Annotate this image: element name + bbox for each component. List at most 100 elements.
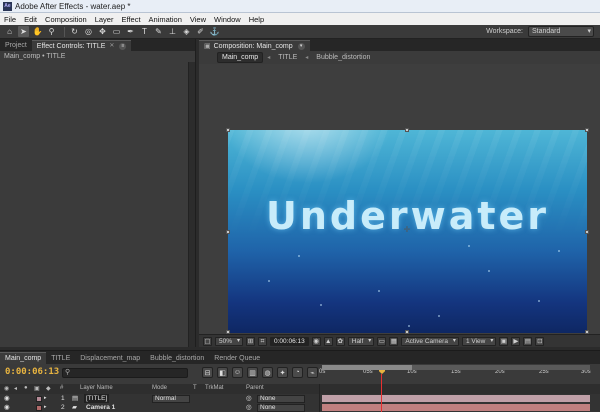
parent-pick-whip-icon[interactable]: ◎ — [246, 394, 252, 403]
composition-viewer[interactable]: Underwater ✛ — [199, 64, 600, 334]
layer-handle-tl[interactable] — [226, 128, 230, 132]
tab-title[interactable]: TITLE — [46, 352, 75, 364]
eye-icon[interactable]: ◉ — [4, 403, 10, 412]
parent-pick-whip-icon[interactable]: ◎ — [246, 403, 252, 412]
blend-mode-select[interactable]: Normal — [152, 394, 190, 403]
shy-layers-icon[interactable]: ☺ — [232, 367, 243, 378]
rotate-icon[interactable]: ↻ — [69, 26, 80, 37]
frame-blending-icon[interactable]: ▥ — [247, 367, 258, 378]
motion-blur-icon[interactable]: ◍ — [262, 367, 273, 378]
menu-layer[interactable]: Layer — [95, 15, 114, 24]
timeline-current-time[interactable]: 0:00:06:13 — [5, 367, 59, 377]
home-icon[interactable]: ⌂ — [4, 26, 15, 37]
channel-icon[interactable]: ✿ — [335, 336, 345, 346]
column-layer-name[interactable]: Layer Name — [80, 385, 113, 391]
layer-handle-mr[interactable] — [585, 230, 589, 234]
comp-mini-flowchart-icon[interactable]: ⊟ — [202, 367, 213, 378]
bubble — [298, 255, 300, 257]
tab-effect-controls[interactable]: Effect Controls: TITLE ✕ ≡ — [31, 40, 132, 52]
flowchart-icon[interactable]: ⊡ — [535, 336, 545, 346]
menu-effect[interactable]: Effect — [121, 15, 140, 24]
breadcrumb-main-comp[interactable]: Main_comp — [217, 52, 264, 63]
selection-icon[interactable]: ➤ — [18, 26, 29, 37]
expand-arrow-icon[interactable]: ▸ — [44, 394, 47, 403]
show-snapshot-icon[interactable]: ▲ — [323, 336, 333, 346]
current-time-indicator[interactable] — [381, 374, 382, 412]
layer-name[interactable]: Camera 1 — [86, 403, 115, 412]
tab-composition[interactable]: ▣ Composition: Main_comp ▾ — [199, 40, 310, 51]
layer-handle-ml[interactable] — [226, 230, 230, 234]
toggle-pixel-aspect-icon[interactable]: ▣ — [499, 336, 509, 346]
brainstorm-icon[interactable]: ✦ — [277, 367, 288, 378]
parent-select[interactable]: None — [257, 403, 305, 412]
auto-keyframe-icon[interactable]: ◔ — [292, 367, 303, 378]
tools-toolbar: ⌂ ➤ ✋ ⚲ ↻ ◎ ✥ ▭ ✒ T ✎ ⊥ ◈ ✐ ⚓ Workspace:… — [0, 25, 600, 39]
menu-edit[interactable]: Edit — [24, 15, 37, 24]
zoom-icon[interactable]: ⚲ — [46, 26, 57, 37]
layer-handle-tr[interactable] — [585, 128, 589, 132]
timeline-search-input[interactable]: ⚲ — [62, 368, 188, 378]
layer-name[interactable]: [TITLE] — [84, 394, 110, 403]
layer-duration-bar[interactable] — [322, 395, 590, 402]
always-preview-icon[interactable]: ▢ — [203, 336, 212, 346]
tab-render-queue[interactable]: Render Queue — [209, 352, 265, 364]
work-area-bar[interactable] — [322, 365, 412, 370]
pen-icon[interactable]: ✒ — [125, 26, 136, 37]
menu-help[interactable]: Help — [249, 15, 264, 24]
parent-select[interactable]: None — [257, 394, 305, 403]
current-time-display[interactable]: 0:00:06:13 — [270, 336, 309, 346]
close-icon[interactable]: ✕ — [109, 41, 114, 52]
view-layout-select[interactable]: 1 View — [461, 336, 497, 346]
transparency-grid-icon[interactable]: ▦ — [389, 336, 399, 346]
zoom-select[interactable]: 50% — [215, 336, 244, 346]
panel-menu-icon[interactable]: ≡ — [119, 42, 127, 50]
title-bar: Ae Adobe After Effects - water.aep * — [0, 0, 600, 13]
comp-dropdown-icon[interactable]: ▾ — [297, 42, 305, 50]
menu-file[interactable]: File — [4, 15, 16, 24]
puppet-pin-icon[interactable]: ⚓ — [209, 26, 220, 37]
lock-icon[interactable]: ▣ — [204, 41, 211, 52]
tab-main-comp[interactable]: Main_comp — [0, 352, 47, 364]
menu-view[interactable]: View — [190, 15, 206, 24]
timeline-icon[interactable]: ▤ — [523, 336, 533, 346]
eye-icon[interactable]: ◉ — [4, 394, 10, 403]
tab-project[interactable]: Project — [0, 40, 32, 51]
breadcrumb-bubble-distortion[interactable]: Bubble_distortion — [312, 53, 374, 62]
breadcrumb-title[interactable]: TITLE — [274, 53, 301, 62]
label-color-swatch[interactable] — [36, 404, 42, 411]
tab-displacement-map[interactable]: Displacement_map — [75, 352, 145, 364]
menu-animation[interactable]: Animation — [149, 15, 182, 24]
menu-window[interactable]: Window — [214, 15, 241, 24]
tab-bubble-distortion[interactable]: Bubble_distortion — [145, 352, 209, 364]
anchor-point-icon[interactable]: ✛ — [403, 226, 411, 234]
camera-select[interactable]: Active Camera — [401, 336, 459, 346]
effect-controls-scrollbar[interactable] — [188, 62, 195, 347]
hand-icon[interactable]: ✋ — [32, 26, 43, 37]
rectangle-icon[interactable]: ▭ — [111, 26, 122, 37]
region-of-interest-icon[interactable]: ▭ — [377, 336, 387, 346]
workspace-select[interactable]: Standard — [528, 26, 594, 37]
snapshot-icon[interactable]: ◉ — [311, 336, 321, 346]
label-color-swatch[interactable] — [36, 395, 42, 402]
precomp-icon: ▤ — [72, 395, 79, 402]
menu-composition[interactable]: Composition — [45, 15, 87, 24]
resolution-select[interactable]: Half — [347, 336, 375, 346]
type-icon[interactable]: T — [139, 26, 150, 37]
layer-duration-bar[interactable] — [322, 404, 590, 411]
pan-behind-icon[interactable]: ✥ — [97, 26, 108, 37]
graph-editor-icon[interactable]: ⌁ — [307, 367, 318, 378]
brush-icon[interactable]: ✎ — [153, 26, 164, 37]
expand-arrow-icon[interactable]: ▸ — [44, 403, 47, 412]
mask-visibility-icon[interactable]: ⌗ — [258, 336, 268, 346]
fast-preview-icon[interactable]: ▶ — [511, 336, 521, 346]
camera-orbit-icon[interactable]: ◎ — [83, 26, 94, 37]
eraser-icon[interactable]: ◈ — [181, 26, 192, 37]
tab-project-label: Project — [5, 42, 27, 49]
grid-icon[interactable]: ⊞ — [246, 336, 256, 346]
roto-brush-icon[interactable]: ✐ — [195, 26, 206, 37]
column-number: # — [60, 385, 64, 391]
draft-3d-icon[interactable]: ◧ — [217, 367, 228, 378]
layer-handle-tc[interactable] — [405, 128, 409, 132]
clone-stamp-icon[interactable]: ⊥ — [167, 26, 178, 37]
column-trkmat: TrkMat — [205, 385, 224, 391]
